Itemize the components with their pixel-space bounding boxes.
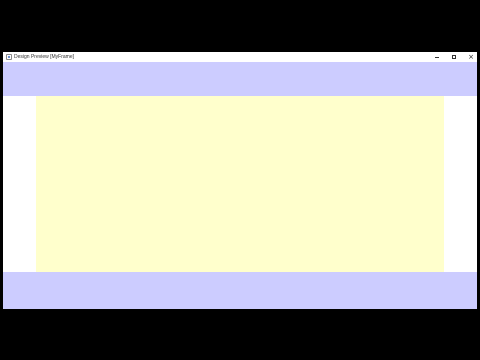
minimize-button[interactable] bbox=[429, 52, 445, 62]
app-icon bbox=[6, 54, 12, 60]
center-content-panel bbox=[36, 96, 444, 272]
title-bar[interactable]: Design Preview [MyFrame] × bbox=[3, 52, 477, 62]
north-panel bbox=[3, 62, 477, 96]
maximize-button[interactable] bbox=[446, 52, 462, 62]
maximize-icon bbox=[452, 55, 456, 59]
design-preview-window: Design Preview [MyFrame] × bbox=[3, 52, 477, 309]
center-area bbox=[3, 96, 477, 272]
minimize-icon bbox=[435, 56, 439, 58]
close-icon: × bbox=[468, 53, 474, 61]
close-button[interactable]: × bbox=[463, 52, 479, 62]
south-panel bbox=[3, 272, 477, 309]
window-title: Design Preview [MyFrame] bbox=[14, 54, 75, 60]
